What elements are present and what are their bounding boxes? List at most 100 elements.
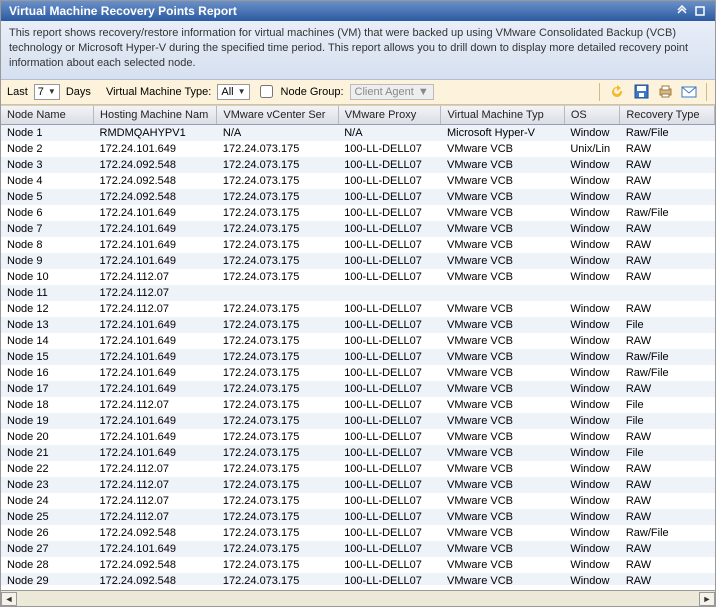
table-row[interactable]: Node 10172.24.112.07172.24.073.175100-LL… [1,269,715,285]
table-row[interactable]: Node 27172.24.101.649172.24.073.175100-L… [1,541,715,557]
table-row[interactable]: Node 19172.24.101.649172.24.073.175100-L… [1,413,715,429]
table-row[interactable]: Node 18172.24.112.07172.24.073.175100-LL… [1,397,715,413]
table-row[interactable]: Node 20172.24.101.649172.24.073.175100-L… [1,429,715,445]
vm-type-value: All [221,86,233,98]
chevron-down-icon: ▼ [418,86,429,98]
titlebar: Virtual Machine Recovery Points Report [1,1,715,21]
cell-os: Window [564,445,620,461]
cell-vcenter: 172.24.073.175 [217,173,338,189]
cell-vcenter: 172.24.073.175 [217,573,338,585]
cell-vmtype: VMware VCB [441,333,564,349]
table-row[interactable]: Node 26172.24.092.548172.24.073.175100-L… [1,525,715,541]
col-recovery-type[interactable]: Recovery Type [620,106,715,125]
cell-host: 172.24.101.649 [94,381,217,397]
cell-vmtype: VMware VCB [441,269,564,285]
cell-proxy: 100-LL-DELL07 [338,141,441,157]
col-proxy[interactable]: VMware Proxy [338,106,441,125]
table-row[interactable]: Node 7172.24.101.649172.24.073.175100-LL… [1,221,715,237]
cell-vmtype: VMware VCB [441,349,564,365]
table-row[interactable]: Node 21172.24.101.649172.24.073.175100-L… [1,445,715,461]
cell-proxy: 100-LL-DELL07 [338,509,441,525]
cell-host: 172.24.101.649 [94,445,217,461]
table-row[interactable]: Node 23172.24.112.07172.24.073.175100-LL… [1,477,715,493]
refresh-icon[interactable] [608,83,626,101]
results-table-wrap[interactable]: Node Name Hosting Machine Nam VMware vCe… [1,105,715,585]
col-os[interactable]: OS [564,106,620,125]
node-group-select[interactable]: Client Agent ▼ [350,84,434,100]
cell-os: Window [564,509,620,525]
table-row[interactable]: Node 8172.24.101.649172.24.073.175100-LL… [1,237,715,253]
table-row[interactable]: Node 11172.24.112.07 [1,285,715,301]
node-group-checkbox[interactable] [260,85,273,98]
last-days-select[interactable]: 7 ▼ [34,84,60,100]
collapse-icon[interactable] [675,4,689,18]
filter-bar: Last 7 ▼ Days Virtual Machine Type: All … [1,80,715,105]
scroll-right-icon[interactable]: ► [699,592,715,606]
cell-vcenter: 172.24.073.175 [217,253,338,269]
vm-type-select[interactable]: All ▼ [217,84,249,100]
cell-rtype: File [620,317,715,333]
cell-host: 172.24.092.548 [94,157,217,173]
print-icon[interactable] [656,83,674,101]
cell-host: 172.24.112.07 [94,301,217,317]
cell-rtype: RAW [620,557,715,573]
cell-vcenter: 172.24.073.175 [217,541,338,557]
table-row[interactable]: Node 4172.24.092.548172.24.073.175100-LL… [1,173,715,189]
col-vm-type[interactable]: Virtual Machine Typ [441,106,564,125]
table-row[interactable]: Node 6172.24.101.649172.24.073.175100-LL… [1,205,715,221]
col-node-name[interactable]: Node Name [1,106,94,125]
col-vcenter[interactable]: VMware vCenter Ser [217,106,338,125]
table-row[interactable]: Node 22172.24.112.07172.24.073.175100-LL… [1,461,715,477]
table-row[interactable]: Node 3172.24.092.548172.24.073.175100-LL… [1,157,715,173]
table-row[interactable]: Node 24172.24.112.07172.24.073.175100-LL… [1,493,715,509]
email-icon[interactable] [680,83,698,101]
table-row[interactable]: Node 5172.24.092.548172.24.073.175100-LL… [1,189,715,205]
cell-node: Node 22 [1,461,94,477]
cell-proxy: 100-LL-DELL07 [338,253,441,269]
cell-rtype: RAW [620,253,715,269]
horizontal-scrollbar[interactable]: ◄ ► [1,590,715,606]
table-row[interactable]: Node 16172.24.101.649172.24.073.175100-L… [1,365,715,381]
table-row[interactable]: Node 9172.24.101.649172.24.073.175100-LL… [1,253,715,269]
cell-vmtype [441,285,564,301]
cell-vmtype: VMware VCB [441,509,564,525]
report-description: This report shows recovery/restore infor… [1,21,715,80]
table-row[interactable]: Node 15172.24.101.649172.24.073.175100-L… [1,349,715,365]
cell-vcenter: 172.24.073.175 [217,493,338,509]
cell-node: Node 29 [1,573,94,585]
cell-proxy: 100-LL-DELL07 [338,477,441,493]
cell-rtype: Raw/File [620,525,715,541]
cell-vmtype: VMware VCB [441,173,564,189]
scroll-left-icon[interactable]: ◄ [1,592,17,606]
cell-vcenter: N/A [217,124,338,141]
results-table: Node Name Hosting Machine Nam VMware vCe… [1,106,715,585]
table-row[interactable]: Node 13172.24.101.649172.24.073.175100-L… [1,317,715,333]
cell-rtype: RAW [620,141,715,157]
cell-node: Node 13 [1,317,94,333]
table-row[interactable]: Node 1RMDMQAHYPV1N/AN/AMicrosoft Hyper-V… [1,124,715,141]
cell-host: 172.24.101.649 [94,253,217,269]
cell-vmtype: VMware VCB [441,429,564,445]
cell-proxy: 100-LL-DELL07 [338,525,441,541]
cell-vcenter: 172.24.073.175 [217,349,338,365]
table-row[interactable]: Node 2172.24.101.649172.24.073.175100-LL… [1,141,715,157]
cell-os: Window [564,461,620,477]
cell-host: 172.24.101.649 [94,141,217,157]
cell-proxy: 100-LL-DELL07 [338,157,441,173]
cell-vmtype: VMware VCB [441,525,564,541]
cell-vcenter: 172.24.073.175 [217,381,338,397]
cell-vmtype: VMware VCB [441,557,564,573]
table-row[interactable]: Node 28172.24.092.548172.24.073.175100-L… [1,557,715,573]
close-icon[interactable] [693,4,707,18]
col-hosting[interactable]: Hosting Machine Nam [94,106,217,125]
save-icon[interactable] [632,83,650,101]
table-row[interactable]: Node 29172.24.092.548172.24.073.175100-L… [1,573,715,585]
table-row[interactable]: Node 17172.24.101.649172.24.073.175100-L… [1,381,715,397]
cell-vmtype: VMware VCB [441,477,564,493]
table-row[interactable]: Node 12172.24.112.07172.24.073.175100-LL… [1,301,715,317]
cell-rtype: File [620,413,715,429]
node-group-value: Client Agent [355,86,414,98]
table-row[interactable]: Node 14172.24.101.649172.24.073.175100-L… [1,333,715,349]
table-row[interactable]: Node 25172.24.112.07172.24.073.175100-LL… [1,509,715,525]
cell-vcenter: 172.24.073.175 [217,429,338,445]
